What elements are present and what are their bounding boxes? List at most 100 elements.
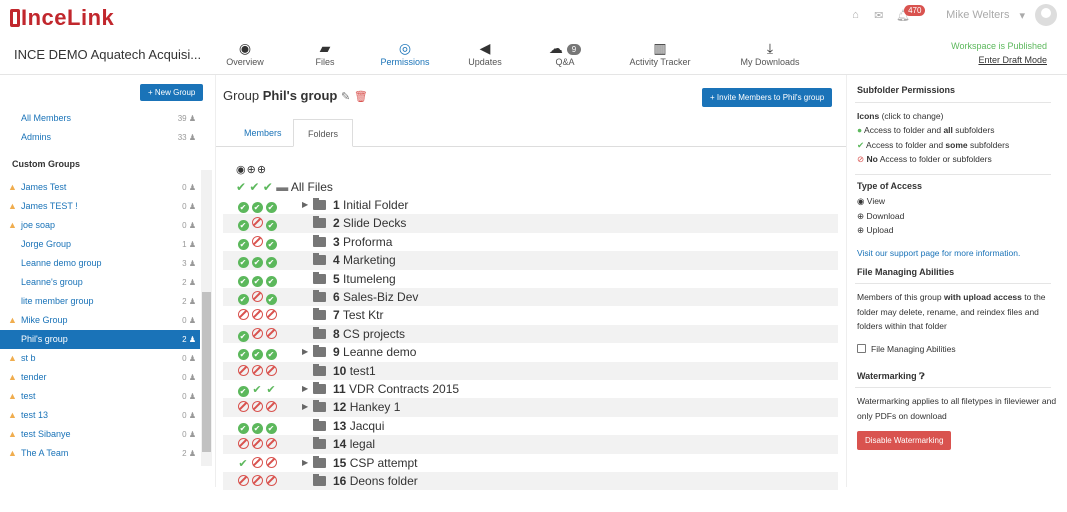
sidebar-item-all-members[interactable]: All Members 39 ♟ [0,109,200,128]
incelink-logo[interactable]: InceLink [10,5,114,31]
full-access-icon[interactable]: ✔ [236,215,250,233]
full-access-icon[interactable]: ✔ [250,252,264,270]
full-access-icon[interactable]: ✔ [250,271,264,289]
no-access-icon[interactable] [250,234,264,252]
sidebar-item-group[interactable]: Jorge Group 1 ♟ [0,235,200,254]
trash-icon[interactable]: 🗑︎ [354,91,368,103]
expand-arrow-icon[interactable]: ▶ [302,196,308,214]
folder-name[interactable]: 5 Itumeleng [333,270,396,288]
nav-updates[interactable]: ◀ Updates [445,39,525,67]
expand-arrow-icon[interactable]: ▶ [302,380,308,398]
invite-members-button[interactable]: + Invite Members to Phil's group [702,88,833,107]
full-access-icon[interactable]: ✔ [264,197,278,215]
nav-qa[interactable]: ☁ 9 Q&A [525,39,605,67]
new-group-button[interactable]: + New Group [140,84,204,101]
folder-name[interactable]: 4 Marketing [333,251,396,269]
full-access-icon[interactable]: ✔ [250,344,264,362]
folder-name[interactable]: 6 Sales-Biz Dev [333,288,418,306]
some-access-icon[interactable]: ✔ [264,381,278,399]
sidebar-item-admins[interactable]: Admins 33 ♟ [0,128,200,147]
full-access-icon[interactable]: ✔ [236,326,250,344]
folder-name[interactable]: 3 Proforma [333,233,392,251]
no-access-icon[interactable] [236,436,250,454]
folder-name[interactable]: 1 Initial Folder [333,196,408,214]
tab-folders[interactable]: Folders [293,119,354,147]
sidebar-item-group[interactable]: ▲ Mike Group 0 ♟ [0,311,200,330]
nav-activity-tracker[interactable]: ▥ Activity Tracker [605,39,715,67]
no-access-icon[interactable] [250,289,264,307]
full-access-icon[interactable]: ✔ [264,344,278,362]
expand-arrow-icon[interactable]: ▶ [302,343,308,361]
folder-name[interactable]: 13 Jacqui [333,417,384,435]
nav-my-downloads[interactable]: ⤓ My Downloads [715,39,825,67]
full-access-icon[interactable]: ✔ [264,289,278,307]
expand-arrow-icon[interactable]: ▶ [302,398,308,416]
sidebar-item-group[interactable]: Leanne demo group 3 ♟ [0,254,200,273]
some-access-icon[interactable]: ✔ ✔ ✔ [236,180,273,194]
no-access-icon[interactable] [264,363,278,381]
full-access-icon[interactable]: ✔ [236,197,250,215]
no-access-icon[interactable] [264,326,278,344]
no-access-icon[interactable] [264,473,278,491]
sidebar-item-group[interactable]: ▲ tender 0 ♟ [0,368,200,387]
nav-files[interactable]: ▰ Files [285,39,365,67]
full-access-icon[interactable]: ✔ [236,271,250,289]
no-access-icon[interactable] [250,215,264,233]
sidebar-item-group[interactable]: ▲ James Test 0 ♟ [0,178,200,197]
no-access-icon[interactable] [250,399,264,417]
no-access-icon[interactable] [264,436,278,454]
enter-draft-mode-link[interactable]: Enter Draft Mode [951,55,1047,65]
scrollbar-thumb[interactable] [202,292,211,452]
chevron-down-icon[interactable]: ▾ [1019,9,1025,22]
some-access-icon[interactable]: ✔ [250,381,264,399]
full-access-icon[interactable]: ✔ [236,252,250,270]
expand-arrow-icon[interactable]: ▶ [302,454,308,472]
no-access-icon[interactable] [264,307,278,325]
nav-overview[interactable]: ◉ Overview [205,39,285,67]
user-name[interactable]: Mike Welters [946,9,1009,21]
sidebar-item-group[interactable]: ▲ st b 0 ♟ [0,349,200,368]
disable-watermarking-button[interactable]: Disable Watermarking [857,431,952,450]
full-access-icon[interactable]: ✔ [264,252,278,270]
no-access-icon[interactable] [250,326,264,344]
full-access-icon[interactable]: ✔ [236,234,250,252]
nav-permissions[interactable]: ◎ Permissions [365,39,445,67]
folder-name[interactable]: 14 legal [333,435,375,453]
no-access-icon[interactable] [250,473,264,491]
folder-name[interactable]: 11 VDR Contracts 2015 [333,380,459,398]
folder-name[interactable]: 16 Deons folder [333,472,418,490]
no-access-icon[interactable] [250,455,264,473]
folder-name[interactable]: 2 Slide Decks [333,214,406,232]
folder-name[interactable]: 12 Hankey 1 [333,398,400,416]
sidebar-item-group[interactable]: ▲ test 0 ♟ [0,387,200,406]
sidebar-item-group[interactable]: ▲ The A Team 2 ♟ [0,444,200,463]
full-access-icon[interactable]: ✔ [236,289,250,307]
folder-name[interactable]: 9 Leanne demo [333,343,416,361]
mail-icon[interactable]: ✉ [874,9,886,22]
no-access-icon[interactable] [264,455,278,473]
sidebar-item-group[interactable]: ▲ James TEST ! 0 ♟ [0,197,200,216]
full-access-icon[interactable]: ✔ [264,234,278,252]
no-access-icon[interactable] [250,307,264,325]
full-access-icon[interactable]: ✔ [264,418,278,436]
no-access-icon[interactable] [250,363,264,381]
folder-name[interactable]: 10 test1 [333,362,376,380]
full-access-icon[interactable]: ✔ [236,381,250,399]
no-access-icon[interactable] [236,399,250,417]
sidebar-item-group[interactable]: ▲ joe soap 0 ♟ [0,216,200,235]
full-access-icon[interactable]: ✔ [264,271,278,289]
avatar[interactable] [1035,4,1057,26]
full-access-icon[interactable]: ✔ [250,197,264,215]
full-access-icon[interactable]: ✔ [236,418,250,436]
no-access-icon[interactable] [264,399,278,417]
no-access-icon[interactable] [250,436,264,454]
some-access-icon[interactable]: ✔ [236,455,250,473]
folder-name[interactable]: 15 CSP attempt [333,454,418,472]
tab-members[interactable]: Members [230,119,296,147]
full-access-icon[interactable]: ✔ [250,418,264,436]
all-files-row[interactable]: ✔ ✔ ✔ ▬ All Files [236,178,333,196]
no-access-icon[interactable] [236,473,250,491]
sidebar-item-group[interactable]: ▲ test 13 0 ♟ [0,406,200,425]
no-access-icon[interactable] [236,307,250,325]
pencil-icon[interactable]: ✎ [341,91,350,103]
